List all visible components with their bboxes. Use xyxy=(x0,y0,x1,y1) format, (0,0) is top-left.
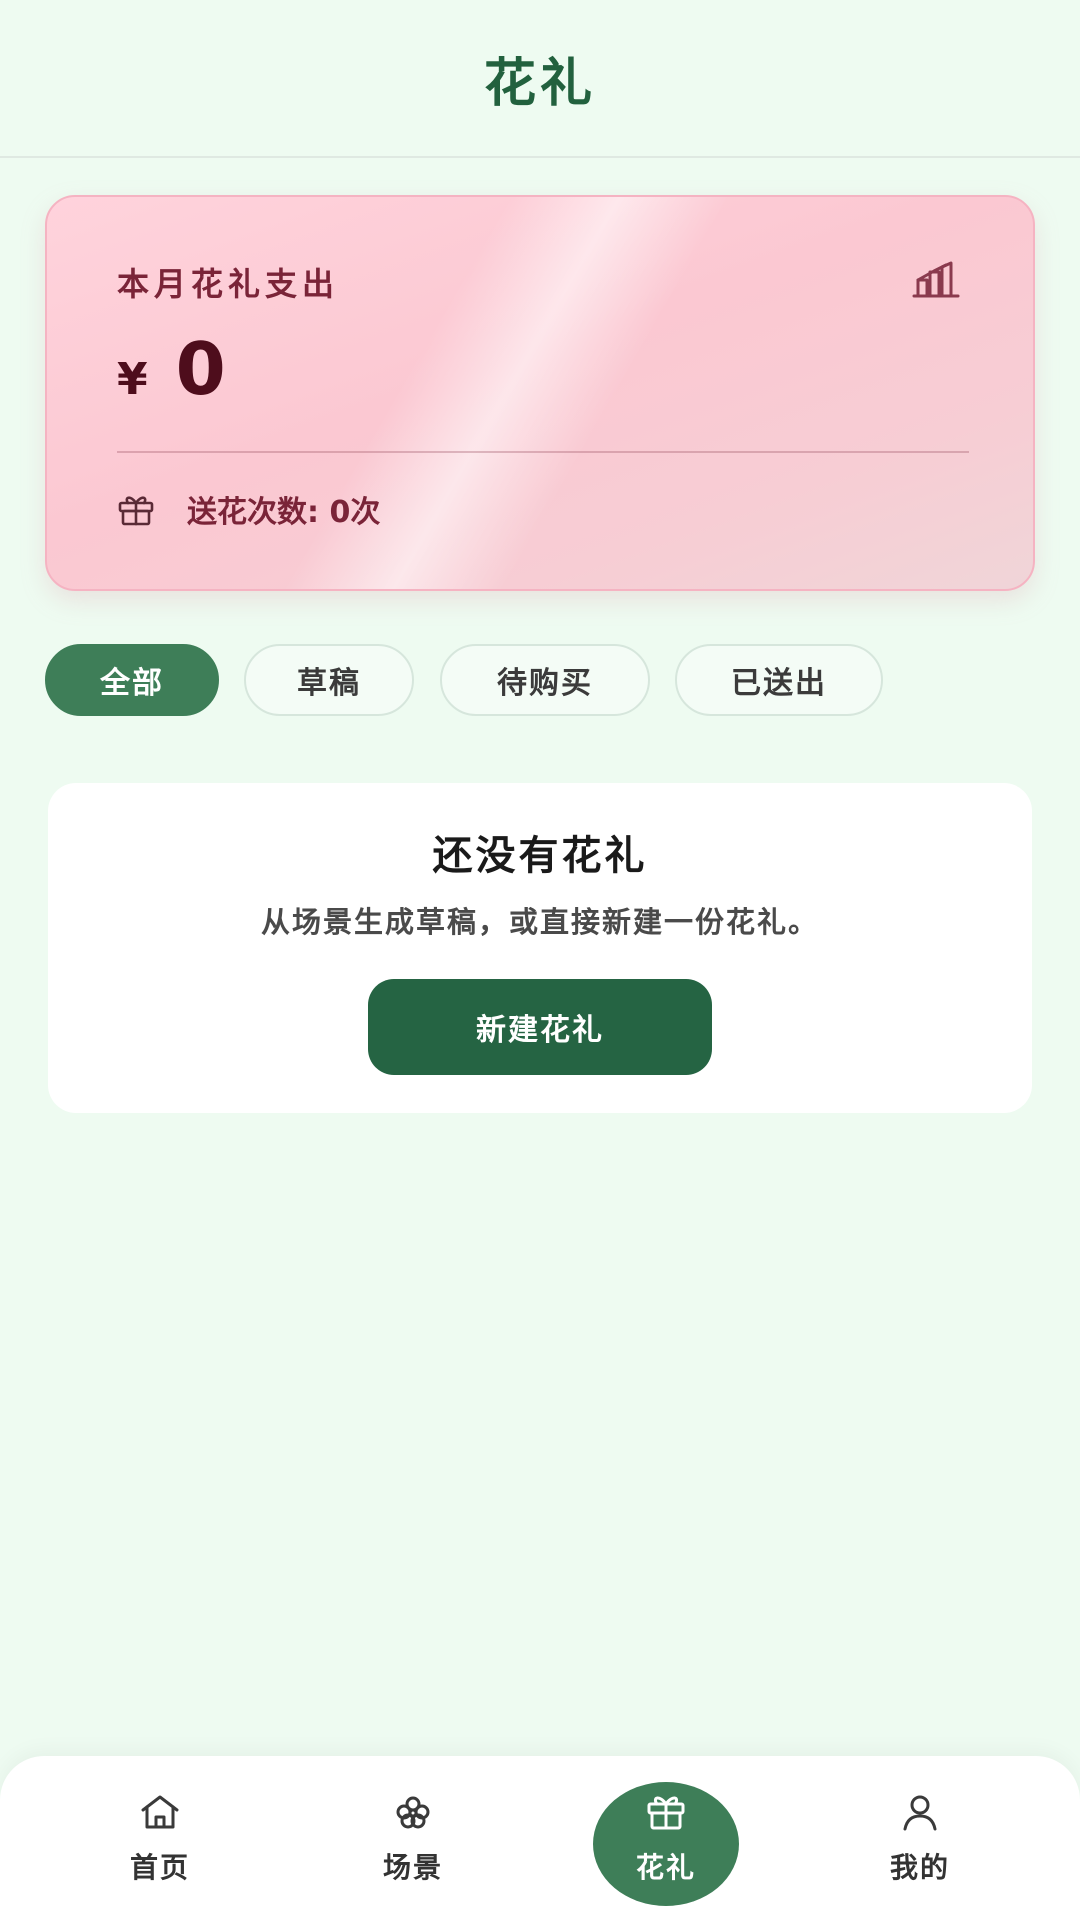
monthly-spend-amount: ¥ 0 xyxy=(117,327,226,411)
currency-symbol: ¥ xyxy=(117,354,148,405)
nav-label-profile: 我的 xyxy=(889,1851,950,1884)
page-header: 花礼 xyxy=(0,0,1080,158)
app-screen: 花礼 本月花礼支出 ¥ 0 送花次数: 0次 全部 草稿 待购买 已送出 还没有… xyxy=(0,0,1080,1920)
user-icon xyxy=(903,1795,937,1831)
filter-tab-sent[interactable]: 已送出 xyxy=(675,644,883,716)
nav-item-gifts[interactable]: 花礼 xyxy=(586,1756,746,1920)
empty-state-description: 从场景生成草稿，或直接新建一份花礼。 xyxy=(260,905,819,939)
bottom-nav-bar: 首页 场景 花礼 我的 xyxy=(0,1756,1080,1920)
nav-label-gifts: 花礼 xyxy=(635,1851,696,1884)
gift-icon xyxy=(647,1796,685,1830)
empty-state-card: 还没有花礼 从场景生成草稿，或直接新建一份花礼。 新建花礼 xyxy=(48,783,1032,1113)
nav-item-home[interactable]: 首页 xyxy=(80,1756,240,1920)
gift-icon xyxy=(118,496,154,526)
nav-label-home: 首页 xyxy=(129,1851,190,1884)
send-count-text: 送花次数: 0次 xyxy=(187,495,381,530)
home-icon xyxy=(141,1795,179,1829)
monthly-spend-label: 本月花礼支出 xyxy=(117,265,340,303)
amount-value: 0 xyxy=(175,327,226,411)
page-title: 花礼 xyxy=(483,53,596,114)
send-count-row: 送花次数: 0次 xyxy=(117,487,380,531)
new-gift-button[interactable]: 新建花礼 xyxy=(368,979,712,1075)
nav-item-profile[interactable]: 我的 xyxy=(840,1756,1000,1920)
empty-state-title: 还没有花礼 xyxy=(432,833,648,879)
nav-item-scenes[interactable]: 场景 xyxy=(333,1756,493,1920)
filter-tab-draft[interactable]: 草稿 xyxy=(244,644,414,716)
card-divider xyxy=(117,451,969,453)
nav-label-scenes: 场景 xyxy=(382,1851,443,1884)
monthly-spend-card: 本月花礼支出 ¥ 0 送花次数: 0次 xyxy=(45,195,1035,591)
filter-tab-all[interactable]: 全部 xyxy=(45,644,219,716)
filter-tab-to-buy[interactable]: 待购买 xyxy=(440,644,650,716)
flower-icon xyxy=(396,1796,430,1829)
bar-chart-icon[interactable] xyxy=(911,259,961,299)
